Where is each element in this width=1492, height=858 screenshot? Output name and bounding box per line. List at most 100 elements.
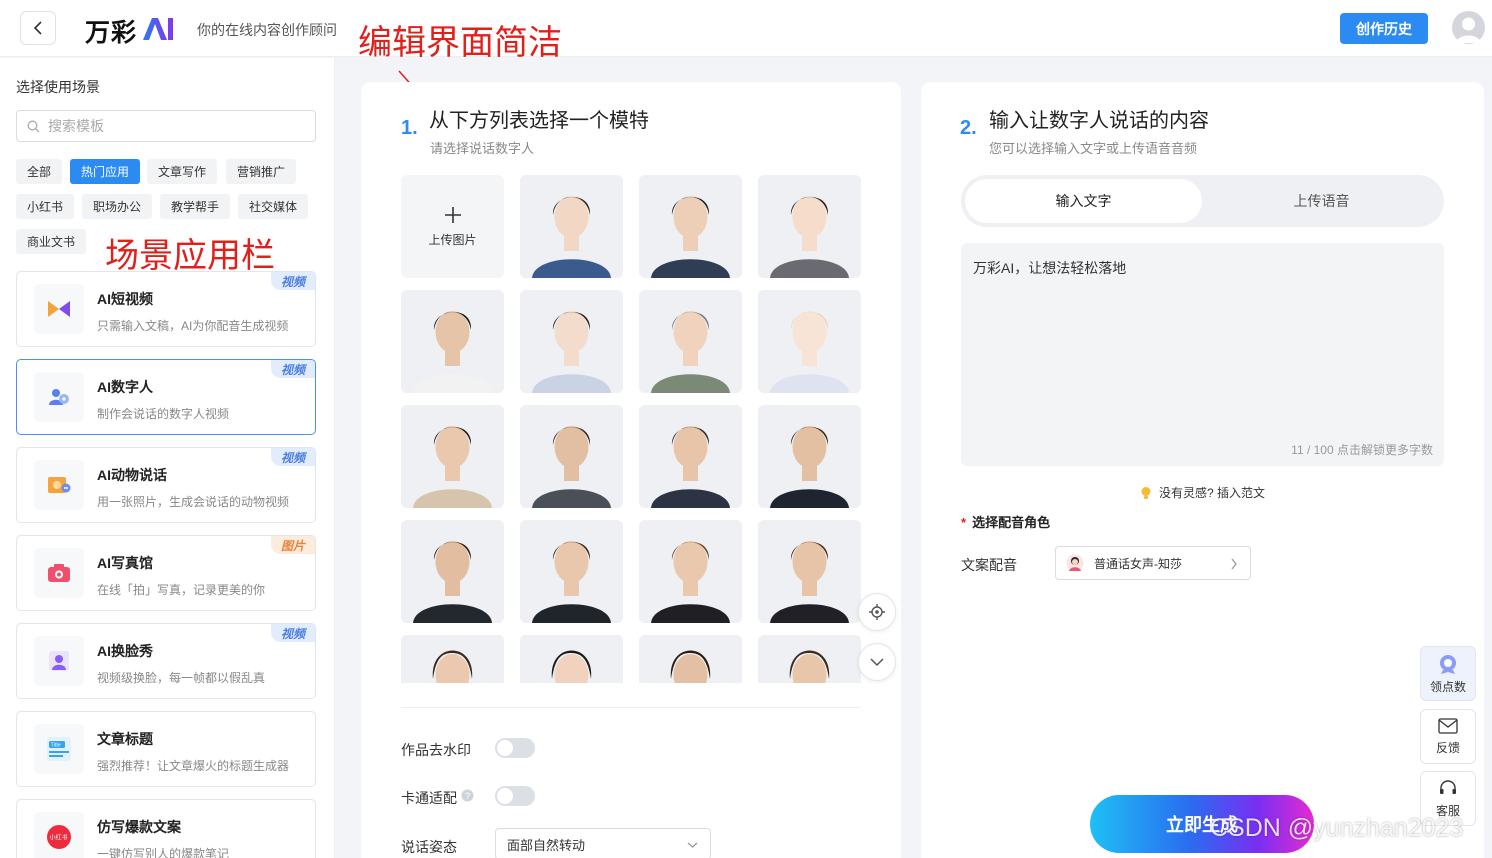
tag-social-media[interactable]: 社交媒体 — [238, 194, 309, 219]
tag-hot-apps[interactable]: 热门应用 — [70, 159, 141, 184]
tag-marketing[interactable]: 营销推广 — [226, 159, 297, 184]
person-portrait-icon — [639, 175, 742, 278]
inspiration-question: 没有灵感? — [1159, 486, 1214, 500]
locate-button[interactable] — [858, 593, 896, 631]
unlock-more-link[interactable]: 点击解锁更多字数 — [1337, 443, 1433, 457]
model-tile[interactable] — [520, 175, 623, 278]
animal-photo-icon — [34, 460, 84, 510]
title-doc-icon: Title — [34, 724, 84, 774]
person-portrait-icon — [639, 405, 742, 508]
model-tile[interactable] — [758, 635, 861, 683]
tag-all[interactable]: 全部 — [16, 159, 63, 184]
model-tile[interactable] — [758, 290, 861, 393]
person-portrait-icon — [401, 520, 504, 623]
pose-label: 说话姿态 — [401, 839, 457, 855]
chevron-down-icon — [687, 842, 698, 848]
card-desc: 只需输入文稿，AI为你配音生成视频 — [97, 319, 289, 333]
cartoon-adapt-toggle[interactable] — [495, 786, 535, 806]
voice-value: 普通话女声-知莎 — [1094, 556, 1182, 571]
history-button[interactable]: 创作历史 — [1340, 13, 1428, 44]
tag-teaching[interactable]: 教学帮手 — [160, 194, 231, 219]
pose-value: 面部自然转动 — [507, 837, 586, 853]
step1-title: 从下方列表选择一个模特 — [429, 110, 649, 132]
template-search-input[interactable]: 搜索模板 — [16, 110, 316, 142]
model-tile[interactable] — [401, 520, 504, 623]
char-counter: 11 / 100 点击解锁更多字数 — [1291, 441, 1433, 458]
lightbulb-icon — [1141, 486, 1151, 499]
model-tile[interactable] — [401, 635, 504, 683]
card-ai-animal-talk[interactable]: AI动物说话 用一张照片，生成会说话的动物视频 视频 — [16, 447, 316, 523]
female-voice-avatar-icon — [1066, 554, 1084, 572]
pose-select[interactable]: 面部自然转动 — [495, 828, 711, 858]
model-tile[interactable] — [401, 290, 504, 393]
card-title: AI动物说话 — [97, 467, 167, 483]
insert-sample-link[interactable]: 插入范文 — [1217, 484, 1265, 501]
search-icon — [27, 120, 40, 132]
video-badge: 视频 — [271, 448, 315, 466]
card-title: AI数字人 — [97, 379, 153, 395]
model-tile[interactable] — [520, 290, 623, 393]
step2-number: 2. — [960, 117, 977, 139]
tag-business-docs[interactable]: 商业文书 — [16, 229, 87, 254]
tag-office[interactable]: 职场办公 — [82, 194, 153, 219]
person-portrait-icon — [401, 635, 504, 683]
card-ai-digital-human[interactable]: AI数字人 制作会说话的数字人视频 视频 — [16, 359, 316, 435]
char-count: 11 / 100 — [1291, 443, 1334, 457]
scroll-down-button[interactable] — [858, 643, 896, 681]
model-grid-overflow-row — [401, 635, 861, 683]
speech-text-area[interactable]: 万彩AI，让想法轻松落地 11 / 100 点击解锁更多字数 — [961, 243, 1444, 466]
person-portrait-icon — [520, 290, 623, 393]
xiaohongshu-icon: 小红书 — [34, 812, 84, 858]
upload-image-tile[interactable]: 上传图片 — [401, 175, 504, 278]
model-tile[interactable] — [520, 520, 623, 623]
person-portrait-icon — [758, 405, 861, 508]
card-ai-short-video[interactable]: AI短视频 只需输入文稿，AI为你配音生成视频 视频 — [16, 271, 316, 347]
input-mode-tabs: 输入文字 上传语音 — [961, 175, 1444, 227]
tab-upload-voice[interactable]: 上传语音 — [1203, 179, 1440, 223]
person-portrait-icon — [758, 290, 861, 393]
copy-voice-label: 文案配音 — [961, 557, 1017, 573]
chevron-down-icon — [870, 658, 884, 667]
csdn-watermark: CSDN @yunzhan2023 — [1210, 814, 1464, 842]
user-avatar[interactable] — [1452, 11, 1485, 44]
person-portrait-icon — [758, 520, 861, 623]
person-portrait-icon — [758, 635, 861, 683]
title-icon-text: Title — [51, 743, 61, 749]
model-tile[interactable] — [639, 175, 742, 278]
card-ai-face-swap[interactable]: AI换脸秀 视频级换脸，每一帧都以假乱真 视频 — [16, 623, 316, 699]
voice-select[interactable]: 普通话女声-知莎 — [1055, 546, 1251, 580]
card-title: AI写真馆 — [97, 555, 153, 571]
card-article-title[interactable]: Title 文章标题 强烈推荐！让文章爆火的标题生成器 — [16, 711, 316, 787]
tag-article-writing[interactable]: 文章写作 — [147, 159, 218, 184]
step1-subtitle: 请选择说话数字人 — [430, 141, 535, 156]
tab-input-text[interactable]: 输入文字 — [965, 179, 1202, 223]
chevron-right-icon — [1231, 558, 1237, 570]
card-ai-photo-studio[interactable]: AI写真馆 在线「拍」写真，记录更美的你 图片 — [16, 535, 316, 611]
image-badge: 图片 — [271, 536, 315, 554]
model-tile[interactable] — [758, 405, 861, 508]
tag-xiaohongshu[interactable]: 小红书 — [16, 194, 75, 219]
card-desc: 用一张照片，生成会说话的动物视频 — [97, 495, 290, 509]
sidebar-title: 选择使用场景 — [16, 79, 100, 95]
card-copy-viral[interactable]: 小红书 仿写爆款文案 一键仿写别人的爆款笔记 — [16, 799, 316, 858]
model-tile[interactable] — [520, 405, 623, 508]
face-swap-icon — [34, 636, 84, 686]
model-tile[interactable] — [639, 290, 742, 393]
get-points-button[interactable]: 领点数 — [1420, 646, 1476, 701]
model-tile[interactable] — [639, 520, 742, 623]
model-tile[interactable] — [639, 405, 742, 508]
model-tile[interactable] — [758, 175, 861, 278]
person-portrait-icon — [639, 520, 742, 623]
help-icon[interactable]: ? — [461, 789, 474, 802]
points-label: 领点数 — [1429, 679, 1466, 694]
model-tile[interactable] — [520, 635, 623, 683]
plus-icon — [444, 207, 461, 223]
model-tile[interactable] — [639, 635, 742, 683]
back-button[interactable] — [20, 11, 56, 45]
remove-watermark-toggle[interactable] — [495, 738, 535, 758]
target-icon — [869, 604, 885, 620]
model-tile[interactable] — [758, 520, 861, 623]
model-tile[interactable] — [401, 405, 504, 508]
feedback-button[interactable]: 反馈 — [1420, 709, 1476, 764]
card-title: 仿写爆款文案 — [97, 819, 181, 835]
